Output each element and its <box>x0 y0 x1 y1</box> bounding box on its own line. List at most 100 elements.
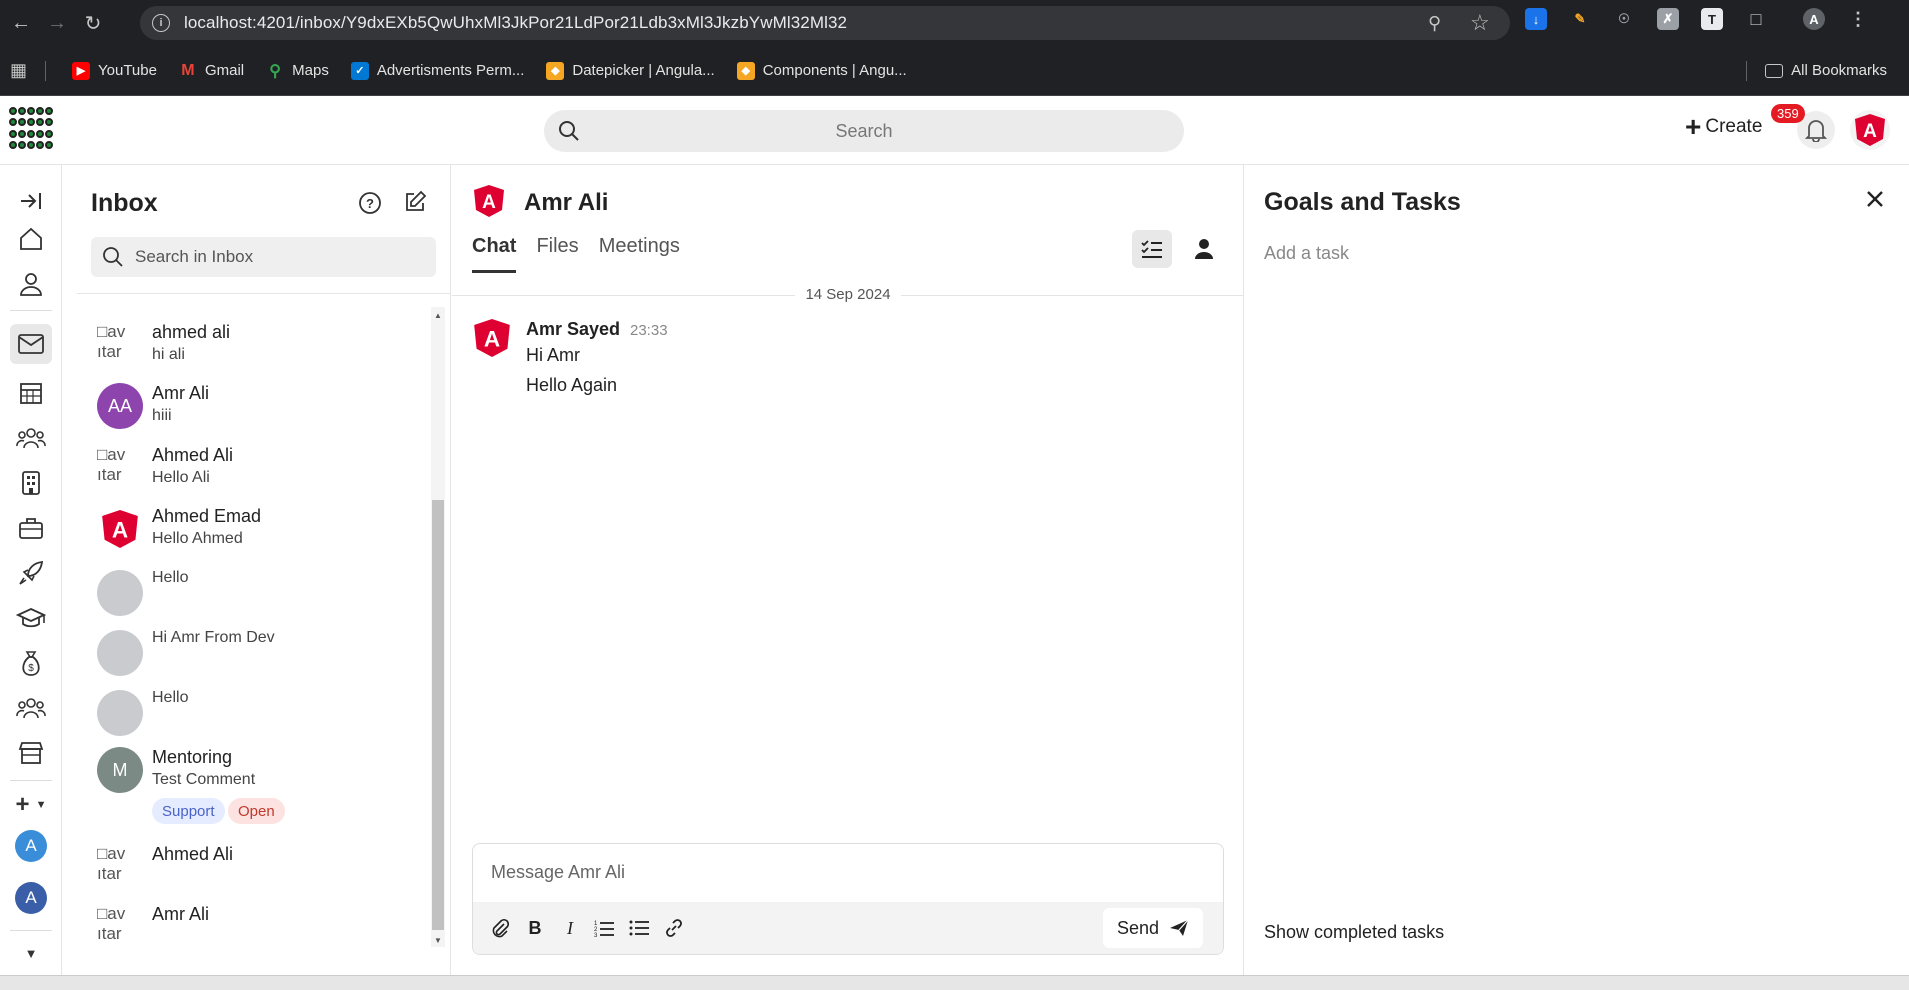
conversation-item[interactable]: □av ıtar ahmed ali hi ali <box>97 318 407 373</box>
bookmark-maps[interactable]: ⚲ Maps <box>266 61 329 80</box>
workspace-avatar[interactable]: A <box>15 830 47 862</box>
all-bookmarks[interactable]: All Bookmarks <box>1746 60 1887 81</box>
message-sender: Amr Sayed <box>526 319 621 339</box>
pen-extension-icon[interactable]: ✎ <box>1569 8 1591 30</box>
back-icon[interactable]: ← <box>6 8 36 38</box>
checklist-icon <box>1141 240 1162 258</box>
menu-icon[interactable]: ⋮ <box>1847 8 1869 30</box>
calendar-icon[interactable] <box>11 375 51 411</box>
message-time: 23:33 <box>630 322 668 339</box>
angular-icon: A <box>1855 114 1885 146</box>
expand-rail-icon[interactable] <box>11 183 51 219</box>
conversation-item[interactable]: A Ahmed Emad Hello Ahmed <box>97 502 407 557</box>
avatar <box>97 690 143 736</box>
bookmark-youtube[interactable]: ▶ YouTube <box>72 61 157 80</box>
help-icon[interactable]: ? <box>358 191 382 220</box>
groups-icon[interactable] <box>11 690 51 726</box>
attach-icon[interactable] <box>489 917 511 939</box>
conversation-item[interactable]: □av ıtar Ahmed Ali Hello Ali <box>97 441 407 496</box>
message-input[interactable]: Message Amr Ali <box>491 862 625 883</box>
reload-icon[interactable]: ↻ <box>78 8 108 38</box>
plus-icon: + <box>15 791 30 818</box>
shield-icon: ◆ <box>736 61 755 80</box>
bookmark-star-icon[interactable]: ☆ <box>1470 10 1490 36</box>
home-icon[interactable] <box>11 221 51 257</box>
add-task-input[interactable]: Add a task <box>1264 243 1349 264</box>
conversation-item[interactable]: □av ıtar Amr Ali <box>97 900 407 955</box>
person-icon <box>1195 239 1213 259</box>
shield-extension-icon[interactable]: ☉ <box>1613 8 1635 30</box>
rocket-icon[interactable] <box>11 555 51 591</box>
site-info-icon[interactable]: i <box>152 14 170 32</box>
add-workspace-button[interactable]: + ▼ <box>11 787 51 823</box>
global-search[interactable]: Search <box>544 110 1184 152</box>
broken-avatar-image: □av ıtar <box>97 904 126 943</box>
message-composer: Message Amr Ali B I 123 Send <box>472 843 1224 955</box>
conversation-item[interactable]: Hello <box>97 682 407 737</box>
svg-text:A: A <box>482 192 496 213</box>
create-button[interactable]: + Create <box>1685 113 1762 141</box>
send-button[interactable]: Send <box>1103 908 1203 948</box>
store-icon[interactable] <box>11 735 51 771</box>
show-completed-tasks-link[interactable]: Show completed tasks <box>1264 922 1444 943</box>
address-bar[interactable]: i localhost:4201/inbox/Y9dxEXb5QwUhxMl3J… <box>140 6 1510 40</box>
extension-icon[interactable]: ✗ <box>1657 8 1679 30</box>
os-taskbar <box>0 975 1909 990</box>
ordered-list-icon[interactable]: 123 <box>593 917 615 939</box>
chevron-down-icon[interactable]: ▼ <box>11 935 51 971</box>
team-icon[interactable] <box>11 420 51 456</box>
bookmark-advertisments[interactable]: ✓ Advertisments Perm... <box>350 61 524 80</box>
tab-files[interactable]: Files <box>536 235 578 273</box>
inbox-icon[interactable] <box>10 324 52 364</box>
user-avatar[interactable]: A <box>1850 110 1890 150</box>
bullet-list-icon[interactable] <box>628 917 650 939</box>
tab-chat[interactable]: Chat <box>472 235 517 273</box>
conversation-item[interactable]: □av ıtar Ahmed Ali <box>97 840 407 895</box>
chat-title: Amr Ali <box>524 189 609 216</box>
browser-toolbar: ← → ↻ i localhost:4201/inbox/Y9dxEXb5QwU… <box>0 0 1909 46</box>
members-button[interactable] <box>1184 230 1224 268</box>
puzzle-icon[interactable]: □ <box>1745 8 1767 30</box>
building-icon[interactable] <box>11 465 51 501</box>
person-icon[interactable] <box>11 266 51 302</box>
bold-icon[interactable]: B <box>524 917 546 939</box>
t-extension-icon[interactable]: T <box>1701 8 1723 30</box>
profile-avatar[interactable]: A <box>1803 8 1825 30</box>
link-icon[interactable] <box>663 917 685 939</box>
conversation-item[interactable]: Hi Amr From Dev <box>97 622 407 677</box>
graduation-cap-icon[interactable] <box>11 600 51 636</box>
bookmark-datepicker[interactable]: ◆ Datepicker | Angula... <box>546 61 715 80</box>
tasks-toggle-button[interactable] <box>1132 230 1172 268</box>
app-logo[interactable] <box>9 107 53 151</box>
search-icon <box>559 121 579 141</box>
support-tag: Support <box>152 798 225 824</box>
apps-icon[interactable]: ▦ <box>10 60 27 81</box>
scroll-down-icon[interactable]: ▼ <box>434 936 442 945</box>
forward-icon[interactable]: → <box>42 8 72 38</box>
compose-icon[interactable] <box>403 190 427 219</box>
conversation-item[interactable]: M Mentoring Test Comment Support Open <box>97 743 407 833</box>
scroll-up-icon[interactable]: ▲ <box>434 311 442 320</box>
bookmark-components[interactable]: ◆ Components | Angu... <box>736 61 907 80</box>
briefcase-icon[interactable] <box>11 510 51 546</box>
workspace-avatar[interactable]: A <box>15 882 47 914</box>
broken-avatar-image: □av ıtar <box>97 445 126 484</box>
caret-down-icon: ▼ <box>35 799 47 811</box>
money-bag-icon[interactable]: $ <box>11 645 51 681</box>
download-extension-icon[interactable]: ↓ <box>1525 8 1547 30</box>
conversation-item[interactable]: Hello <box>97 562 407 617</box>
bookmark-gmail[interactable]: M Gmail <box>178 61 244 80</box>
italic-icon[interactable]: I <box>559 917 581 939</box>
conversation-item[interactable]: AA Amr Ali hiii <box>97 379 407 434</box>
close-icon[interactable] <box>1865 189 1885 214</box>
tab-meetings[interactable]: Meetings <box>599 235 680 273</box>
scrollbar-thumb[interactable] <box>432 500 444 930</box>
location-icon[interactable]: ⚲ <box>1428 13 1441 34</box>
shield-icon: ◆ <box>546 61 565 80</box>
azure-devops-icon: ✓ <box>350 61 369 80</box>
inbox-search-input[interactable]: Search in Inbox <box>91 237 436 277</box>
inbox-scrollbar[interactable]: ▲ ▼ <box>431 307 445 947</box>
broken-avatar-image: □av ıtar <box>97 322 126 361</box>
svg-text:$: $ <box>28 663 34 674</box>
angular-icon: A <box>97 506 143 552</box>
